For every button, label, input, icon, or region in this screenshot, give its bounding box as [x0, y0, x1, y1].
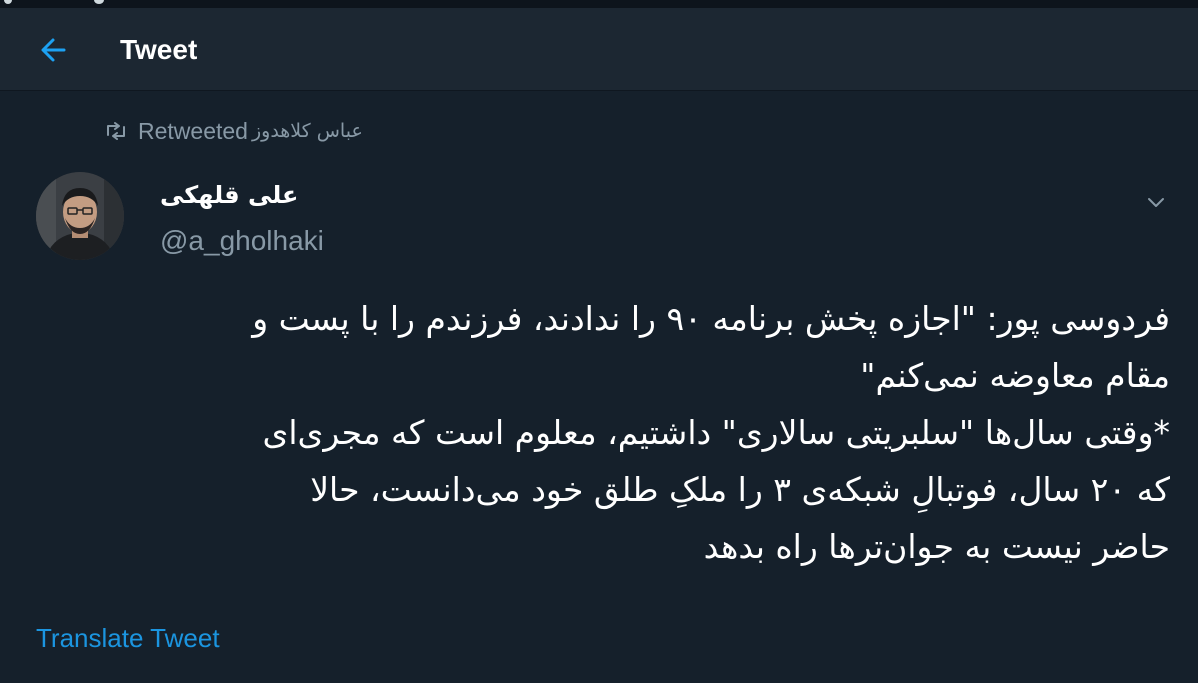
- retweeter-name[interactable]: عباس کلاهدوز: [252, 120, 363, 142]
- status-bar: [0, 0, 1198, 8]
- status-dot: [4, 0, 12, 4]
- translate-tweet-link[interactable]: Translate Tweet: [36, 620, 220, 656]
- back-button[interactable]: [36, 32, 72, 68]
- avatar[interactable]: [36, 172, 124, 260]
- status-dot: [94, 0, 104, 4]
- retweet-icon: [107, 122, 125, 140]
- page-title: Tweet: [120, 34, 198, 65]
- tweet-options-button[interactable]: [1144, 190, 1168, 214]
- author-handle[interactable]: @a_gholhaki: [160, 224, 324, 258]
- tweet-line: که ۲۰ سال، فوتبالِ شبکه‌ی ۳ را ملکِ طلق …: [310, 470, 1170, 509]
- avatar-photo: [36, 172, 124, 260]
- tweet-line: حاضر نیست به جوان‌ترها راه بدهد: [703, 527, 1170, 566]
- chevron-down-icon: [1148, 198, 1164, 207]
- retweet-context[interactable]: Retweeted عباس کلاهدوز: [104, 116, 363, 146]
- tweet-line: فردوسی پور: "اجازه پخش برنامه ۹۰ را نداد…: [252, 299, 1170, 338]
- tweet-line: مقام معاوضه نمی‌کنم": [860, 356, 1170, 395]
- tweet-body: فردوسی پور: "اجازه پخش برنامه ۹۰ را نداد…: [30, 290, 1170, 575]
- top-app-bar: Tweet: [0, 8, 1198, 91]
- author-display-name[interactable]: علی قلهکی: [160, 178, 298, 212]
- retweet-label: Retweeted: [138, 117, 248, 144]
- arrow-left-icon: [41, 38, 66, 62]
- tweet-line: *وقتی سال‌ها "سلبریتی سالاری" داشتیم، مع…: [262, 413, 1170, 452]
